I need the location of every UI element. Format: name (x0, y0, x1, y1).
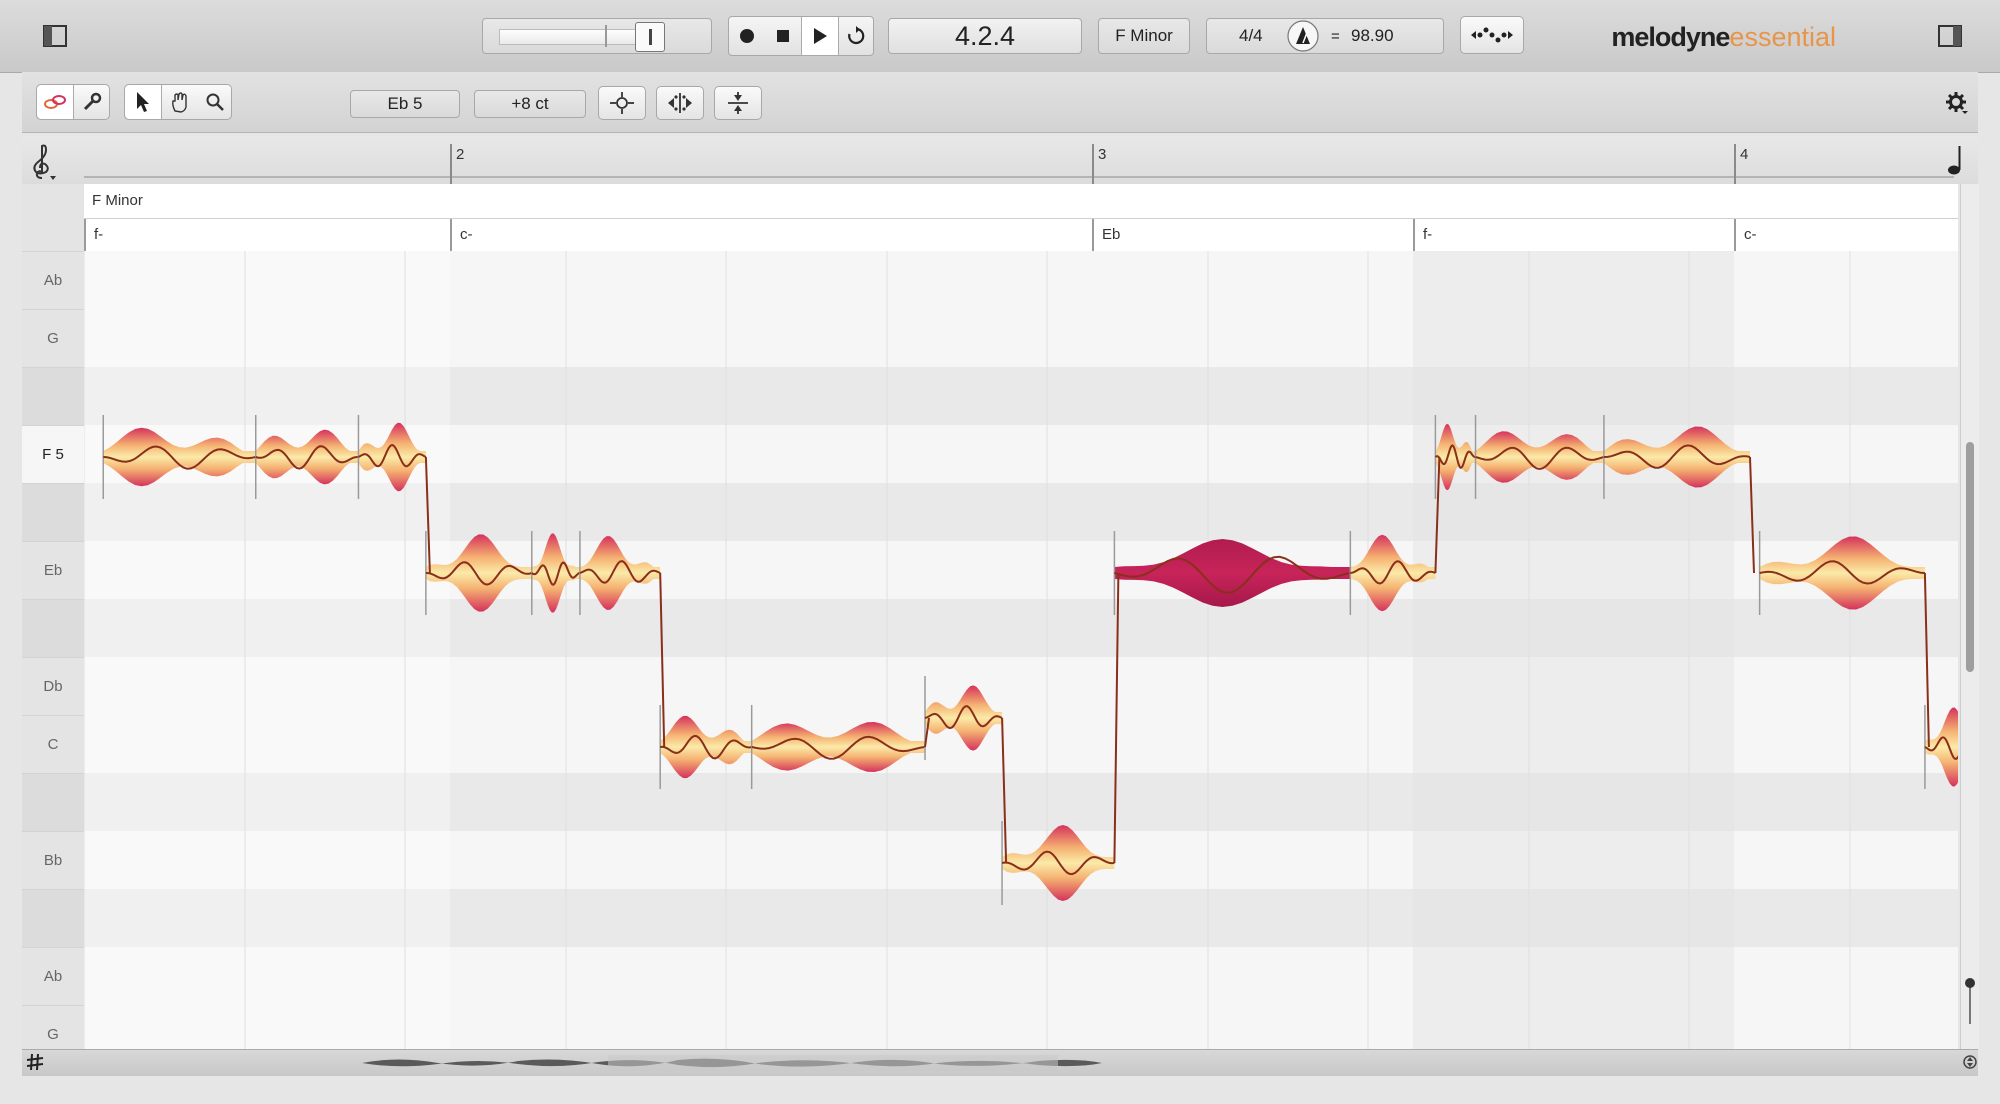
pitch-label: Ab (22, 947, 84, 1005)
vertical-scroll-thumb[interactable] (1966, 442, 1974, 672)
transport-bar: 4.2.4 F Minor 4/4 = 98.90 melodyneessent… (0, 0, 2000, 73)
loop-button[interactable] (837, 17, 875, 55)
stop-button[interactable] (765, 17, 801, 55)
sidebar-toggle-left[interactable] (34, 18, 76, 54)
pitch-label: C (22, 715, 84, 773)
split-button[interactable] (714, 86, 762, 120)
zoom-slider-track[interactable] (1969, 984, 1971, 1024)
chord-label[interactable]: f- (84, 219, 450, 251)
tempo-equals: = (1331, 27, 1340, 45)
volume-fader-knob[interactable] (635, 22, 665, 52)
pitch-label: Ab (22, 251, 84, 309)
treble-clef-icon (33, 144, 56, 180)
pitch-label: Db (22, 657, 84, 715)
chord-label[interactable]: f- (1413, 219, 1734, 251)
transport-buttons (728, 16, 874, 56)
bar-number: 3 (1098, 146, 1107, 163)
pitch-quantize-icon (610, 92, 634, 114)
tempo-panel: 4/4 = 98.90 (1206, 18, 1444, 54)
pitch-tool-button[interactable] (37, 85, 74, 119)
bar-number: 2 (456, 146, 465, 163)
chord-region-shade (1413, 251, 1734, 1049)
time-signature[interactable]: 4/4 (1239, 26, 1263, 46)
macro-icon (1471, 27, 1513, 43)
note-icon (1948, 146, 1961, 175)
record-icon (740, 29, 754, 43)
pitch-label: Bb (22, 831, 84, 889)
tempo-value[interactable]: 98.90 (1351, 26, 1394, 46)
tool-group-edit (36, 84, 110, 120)
logo-name: melodyne (1611, 22, 1730, 52)
pitch-label (22, 367, 84, 425)
pitch-display[interactable]: Eb 5 (350, 90, 460, 118)
play-icon (814, 28, 827, 44)
key-selector[interactable]: F Minor (1098, 18, 1190, 54)
gear-icon (1946, 92, 1968, 114)
waveform-overview[interactable] (338, 1052, 1118, 1074)
clef-button[interactable] (28, 142, 58, 187)
chord-track[interactable]: f- c- Eb f- c- (84, 219, 1958, 252)
note-value-button[interactable] (1946, 144, 1966, 183)
note-editor[interactable] (84, 251, 1958, 1049)
chord-label[interactable]: c- (450, 219, 1092, 251)
zoom-slider-knob[interactable] (1965, 978, 1975, 988)
sharp-icon (26, 1053, 44, 1071)
pitch-label: F 5 (22, 425, 84, 483)
pitch-label (22, 483, 84, 541)
time-quantize-button[interactable] (656, 86, 704, 120)
resize-handle[interactable] (1962, 1053, 1978, 1076)
sidebar-left-icon (43, 25, 67, 47)
macro-button[interactable] (1460, 16, 1524, 54)
chord-label[interactable]: c- (1734, 219, 1958, 251)
pitch-label (22, 889, 84, 947)
bar-ruler[interactable]: 2 3 4 (22, 136, 1978, 184)
scale-label: F Minor (92, 192, 143, 209)
time-quantize-icon (668, 93, 692, 113)
vertical-scrollbar[interactable] (1960, 184, 1979, 1049)
sidebar-right-icon (1938, 25, 1962, 47)
pitch-label: G (22, 309, 84, 367)
pitch-label (22, 599, 84, 657)
tempo-dial-icon[interactable] (1285, 19, 1321, 53)
wrench-icon (83, 92, 102, 111)
bar-number: 4 (1740, 146, 1749, 163)
resize-icon (1963, 1055, 1977, 1069)
select-tool-button[interactable] (125, 85, 162, 119)
position-display[interactable]: 4.2.4 (888, 18, 1082, 54)
chord-region-shade (84, 251, 450, 1049)
editor-toolbar: Eb 5 +8 ct (22, 72, 1978, 133)
stop-icon (777, 30, 789, 42)
scale-track[interactable]: F Minor (84, 184, 1958, 219)
pitch-quantize-button[interactable] (598, 86, 646, 120)
sidebar-toggle-right[interactable] (1932, 18, 1968, 54)
play-button[interactable] (801, 17, 839, 55)
loop-icon (848, 26, 865, 45)
app-logo: melodyneessential (1611, 22, 1836, 53)
note-grid[interactable] (84, 251, 1958, 1049)
pitch-label: Eb (22, 541, 84, 599)
volume-meter[interactable] (482, 18, 712, 54)
settings-button[interactable] (1946, 92, 1968, 119)
record-button[interactable] (729, 17, 765, 55)
cents-display[interactable]: +8 ct (474, 90, 586, 118)
pitch-ruler[interactable]: Ab G F 5 Eb Db C Bb Ab G (22, 184, 85, 1049)
scroll-tool-button[interactable] (162, 85, 197, 119)
pitch-tool-icon (44, 95, 66, 109)
pointer-icon (137, 92, 149, 112)
chord-label[interactable]: Eb (1092, 219, 1413, 251)
bottom-bar (22, 1049, 1978, 1076)
tool-group-navigate (124, 84, 232, 120)
split-icon (728, 92, 748, 114)
zoom-icon (206, 93, 224, 111)
logo-edition: essential (1729, 22, 1836, 52)
zoom-tool-button[interactable] (197, 85, 232, 119)
main-tool-button[interactable] (74, 85, 110, 119)
hand-icon (171, 92, 187, 113)
pitch-label (22, 773, 84, 831)
scale-snap-button[interactable] (26, 1053, 44, 1076)
